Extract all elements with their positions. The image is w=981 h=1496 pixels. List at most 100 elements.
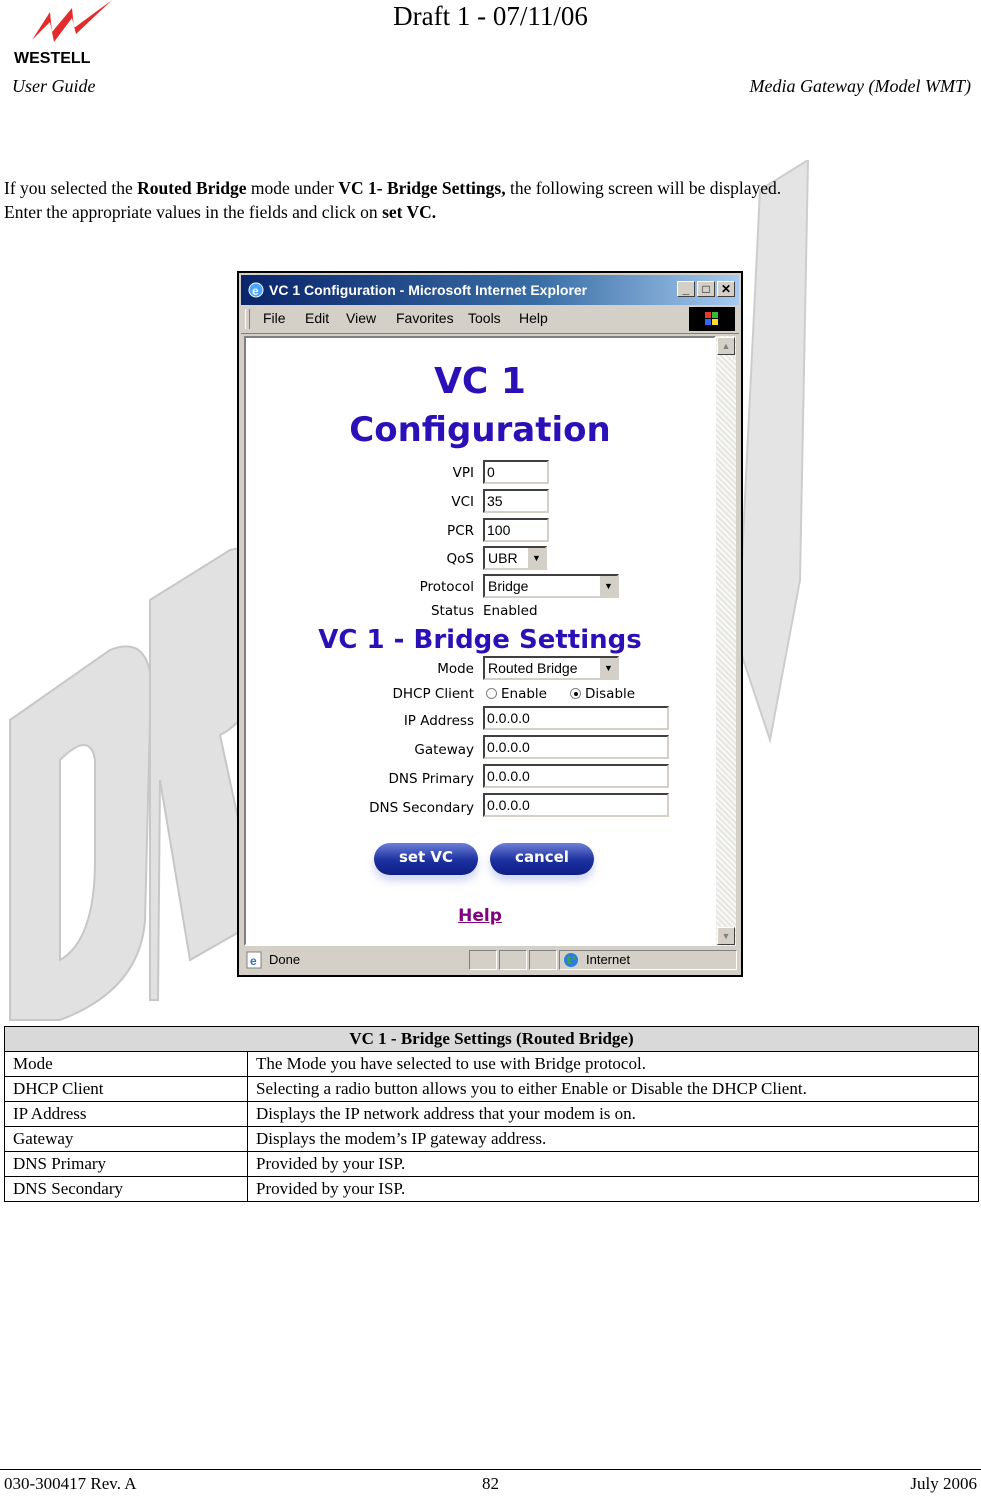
page-heading-vc: VC 1 [434,361,526,402]
table-row: DNS Secondary Provided by your ISP. [4,1176,979,1202]
intro-bold: Routed Bridge [137,178,247,198]
dhcp-client-label: DHCP Client [392,686,475,702]
dns-primary-input[interactable]: 0.0.0.0 [483,764,669,788]
gateway-label: Gateway [414,742,474,758]
menu-bar: File Edit View Favorites Tools Help [241,305,739,334]
status-pane [499,950,527,970]
intro-text-part: Enter the appropriate values in the fiel… [4,202,383,222]
gateway-input[interactable]: 0.0.0.0 [483,735,669,759]
set-vc-button[interactable]: set VC [374,843,478,875]
close-button[interactable]: ✕ [717,281,735,297]
footer-page-number: 82 [482,1474,499,1493]
qos-select[interactable]: UBR ▼ [483,546,547,570]
mode-select[interactable]: Routed Bridge ▼ [483,656,619,680]
westell-swoosh-icon [32,0,112,42]
table-header-row: VC 1 - Bridge Settings (Routed Bridge) [4,1026,979,1052]
table-field-cell: DNS Primary [4,1151,248,1177]
table-desc-cell: Selecting a radio button allows you to e… [247,1076,979,1102]
qos-value: UBR [488,550,518,566]
menu-view[interactable]: View [346,310,376,326]
dhcp-enable-radio[interactable]: Enable [486,686,547,702]
title-bar: e VC 1 Configuration - Microsoft Interne… [241,275,739,305]
status-value: Enabled [483,603,538,619]
maximize-button[interactable]: □ [697,281,715,297]
logo-text: WESTELL [14,50,91,67]
table-desc-cell: Displays the modem’s IP gateway address. [247,1126,979,1152]
chevron-down-icon[interactable]: ▼ [599,576,617,596]
ie-page-icon: e [246,951,262,969]
intro-text-part: mode under [246,178,339,198]
menu-tools[interactable]: Tools [468,310,501,326]
mode-value: Routed Bridge [488,660,578,676]
radio-unselected-icon[interactable] [486,688,497,699]
windows-flag-icon [689,307,735,331]
status-pane [469,950,497,970]
table-desc-cell: Provided by your ISP. [247,1151,979,1177]
ip-address-input[interactable]: 0.0.0.0 [483,706,669,730]
intro-text: If you selected the Routed Bridge mode u… [4,176,974,224]
menu-edit[interactable]: Edit [305,310,329,326]
table-row: Gateway Displays the modem’s IP gateway a… [4,1126,979,1152]
pcr-input[interactable]: 100 [483,518,549,542]
radio-selected-icon[interactable] [570,688,581,699]
minimize-button[interactable]: _ [677,281,695,297]
scroll-down-icon[interactable]: ▼ [717,927,735,945]
table-desc-cell: Displays the IP network address that you… [247,1101,979,1127]
intro-text-part: the following screen will be displayed. [505,178,782,198]
protocol-label: Protocol [419,579,474,595]
mode-label: Mode [437,661,474,677]
status-bar: e Done Internet [241,948,739,973]
table-row: DHCP Client Selecting a radio button allo… [4,1076,979,1102]
header-left-title: User Guide [12,76,96,96]
ie-logo-icon: e [248,282,264,298]
table-desc-cell: The Mode you have selected to use with B… [247,1051,979,1077]
vci-input[interactable]: 35 [483,489,549,513]
intro-text-part: If you selected the [4,178,138,198]
page-heading-configuration: Configuration [349,410,611,450]
westell-logo: WESTELL [12,0,122,70]
table-desc-cell: Provided by your ISP. [247,1176,979,1202]
vpi-label: VPI [452,465,474,481]
dhcp-disable-radio[interactable]: Disable [570,686,635,702]
toolbar-grip[interactable] [245,309,250,329]
chevron-down-icon[interactable]: ▼ [527,548,545,568]
dns-secondary-input[interactable]: 0.0.0.0 [483,793,669,817]
svg-text:e: e [252,284,259,298]
footer-divider [0,1469,981,1470]
status-text: Done [269,952,301,967]
intro-bold: VC 1- Bridge Settings, [338,178,506,198]
dns-primary-label: DNS Primary [388,771,474,787]
menu-file[interactable]: File [263,310,286,326]
ip-address-label: IP Address [403,713,474,729]
browser-window: e VC 1 Configuration - Microsoft Interne… [237,271,743,977]
chevron-down-icon[interactable]: ▼ [599,658,617,678]
window-title: VC 1 Configuration - Microsoft Internet … [269,282,588,298]
draft-label: Draft 1 - 07/11/06 [393,1,588,31]
footer-date: July 2006 [910,1474,977,1493]
table-row: IP Address Displays the IP network addres… [4,1101,979,1127]
table-field-cell: DNS Secondary [4,1176,248,1202]
dns-secondary-label: DNS Secondary [369,800,474,816]
dhcp-disable-label: Disable [585,686,636,702]
cancel-button[interactable]: cancel [490,843,594,875]
menu-favorites[interactable]: Favorites [396,310,454,326]
globe-icon [564,953,578,967]
header-right-title: Media Gateway (Model WMT) [749,76,971,96]
table-field-cell: Gateway [4,1126,248,1152]
status-pane [529,950,557,970]
vci-label: VCI [451,494,474,510]
page-content: VC 1 Configuration VPI 0 VCI 35 PCR 100 … [244,336,716,946]
vpi-input[interactable]: 0 [483,460,549,484]
pcr-label: PCR [447,523,474,539]
menu-help[interactable]: Help [519,310,548,326]
table-field-cell: IP Address [4,1101,248,1127]
protocol-value: Bridge [488,578,529,594]
vertical-scrollbar[interactable]: ▲ ▼ [716,336,736,946]
help-link[interactable]: Help [246,906,714,926]
scroll-up-icon[interactable]: ▲ [717,337,735,355]
dhcp-enable-label: Enable [501,686,547,702]
settings-description-table: VC 1 - Bridge Settings (Routed Bridge) M… [4,1026,979,1202]
intro-bold: set VC. [382,202,437,222]
svg-text:e: e [250,954,257,968]
protocol-select[interactable]: Bridge ▼ [483,574,619,598]
